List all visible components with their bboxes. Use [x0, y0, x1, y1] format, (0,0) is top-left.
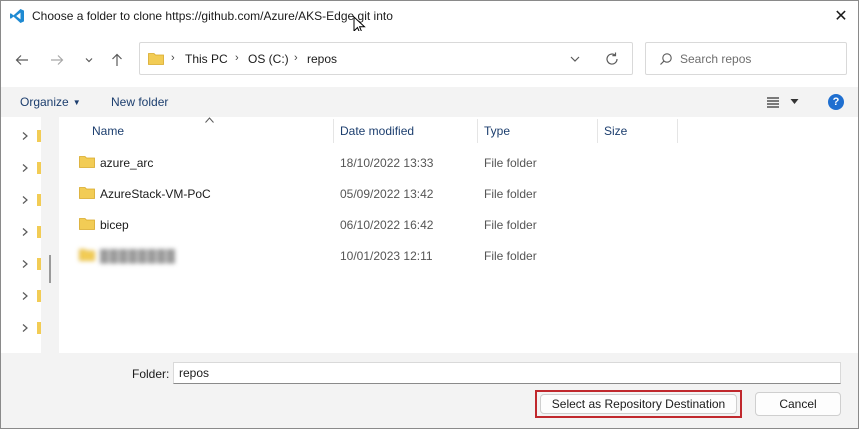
file-name: AzureStack-VM-PoC [100, 187, 211, 201]
caret-down-icon: ▼ [72, 98, 81, 107]
sort-ascending-icon [205, 117, 214, 123]
file-row[interactable]: ████████ 10/01/2023 12:11 File folder [59, 240, 858, 271]
file-name: bicep [100, 218, 129, 232]
folder-icon [79, 156, 95, 168]
refresh-icon[interactable] [604, 51, 620, 67]
search-icon [660, 53, 672, 65]
file-type: File folder [484, 249, 537, 263]
address-bar[interactable]: › This PC › OS (C:) › repos [139, 42, 633, 75]
navigation-bar: › This PC › OS (C:) › repos [1, 31, 858, 87]
organize-button[interactable]: Organize ▼ [20, 95, 81, 109]
file-name: azure_arc [100, 156, 154, 170]
back-arrow-icon[interactable] [12, 50, 32, 70]
column-header-date-modified[interactable]: Date modified [340, 124, 414, 138]
chevron-right-icon[interactable] [20, 323, 30, 333]
breadcrumb-repos[interactable]: repos [307, 52, 337, 66]
breadcrumb-this-pc[interactable]: This PC [185, 52, 228, 66]
navigation-tree-pane [1, 117, 41, 353]
organize-label: Organize [20, 95, 69, 109]
folder-name-input[interactable] [173, 362, 841, 384]
column-divider[interactable] [477, 119, 478, 143]
breadcrumb-chevron-right-icon: › [294, 52, 298, 64]
close-icon[interactable]: ✕ [830, 5, 852, 27]
command-bar: Organize ▼ New folder ? [1, 87, 858, 117]
view-list-icon[interactable] [766, 95, 780, 109]
column-divider[interactable] [677, 119, 678, 143]
chevron-right-icon[interactable] [20, 195, 30, 205]
file-date: 05/09/2022 13:42 [340, 187, 434, 201]
up-arrow-icon[interactable] [107, 50, 127, 70]
file-row[interactable]: azure_arc 18/10/2022 13:33 File folder [59, 147, 858, 178]
file-date: 18/10/2022 13:33 [340, 156, 434, 170]
folder-icon [79, 218, 95, 230]
recent-locations-chevron-down-icon[interactable] [79, 50, 99, 70]
column-header-size[interactable]: Size [604, 124, 627, 138]
file-date: 06/10/2022 16:42 [340, 218, 434, 232]
highlight-outline: Select as Repository Destination [535, 390, 742, 418]
caret-down-icon[interactable] [790, 97, 799, 106]
select-repository-destination-button[interactable]: Select as Repository Destination [540, 394, 737, 414]
file-type: File folder [484, 187, 537, 201]
search-input[interactable] [680, 49, 840, 69]
file-name-redacted: ████████ [100, 249, 177, 263]
folder-icon [79, 249, 95, 261]
vscode-icon [10, 9, 24, 23]
file-list: Name Date modified Type Size azure_arc 1… [59, 117, 858, 353]
breadcrumb-chevron-right-icon: › [235, 52, 239, 64]
file-date: 10/01/2023 12:11 [340, 249, 433, 263]
chevron-right-icon[interactable] [20, 163, 30, 173]
chevron-right-icon[interactable] [20, 131, 30, 141]
folder-icon [148, 53, 164, 65]
column-divider[interactable] [597, 119, 598, 143]
chevron-right-icon[interactable] [20, 227, 30, 237]
folder-icon [79, 187, 95, 199]
file-type: File folder [484, 218, 537, 232]
folder-picker-dialog: Choose a folder to clone https://github.… [0, 0, 859, 429]
window-title: Choose a folder to clone https://github.… [32, 9, 393, 23]
help-icon[interactable]: ? [828, 94, 844, 110]
chevron-right-icon[interactable] [20, 291, 30, 301]
dialog-footer: Folder: Select as Repository Destination… [1, 353, 858, 428]
column-header-type[interactable]: Type [484, 124, 510, 138]
pane-splitter-handle[interactable] [49, 255, 51, 283]
chevron-right-icon[interactable] [20, 259, 30, 269]
file-row[interactable]: bicep 06/10/2022 16:42 File folder [59, 209, 858, 240]
breadcrumb-os-c[interactable]: OS (C:) [248, 52, 289, 66]
column-divider[interactable] [333, 119, 334, 143]
column-header-name[interactable]: Name [92, 124, 124, 138]
title-bar: Choose a folder to clone https://github.… [1, 1, 858, 35]
file-type: File folder [484, 156, 537, 170]
new-folder-button[interactable]: New folder [111, 95, 168, 109]
folder-label: Folder: [132, 367, 170, 381]
breadcrumb-chevron-right-icon: › [171, 52, 175, 64]
search-box[interactable] [645, 42, 847, 75]
file-row[interactable]: AzureStack-VM-PoC 05/09/2022 13:42 File … [59, 178, 858, 209]
chevron-down-icon[interactable] [568, 52, 582, 66]
pane-splitter-area [41, 117, 59, 353]
cancel-button[interactable]: Cancel [755, 392, 841, 416]
forward-arrow-icon[interactable] [47, 50, 67, 70]
